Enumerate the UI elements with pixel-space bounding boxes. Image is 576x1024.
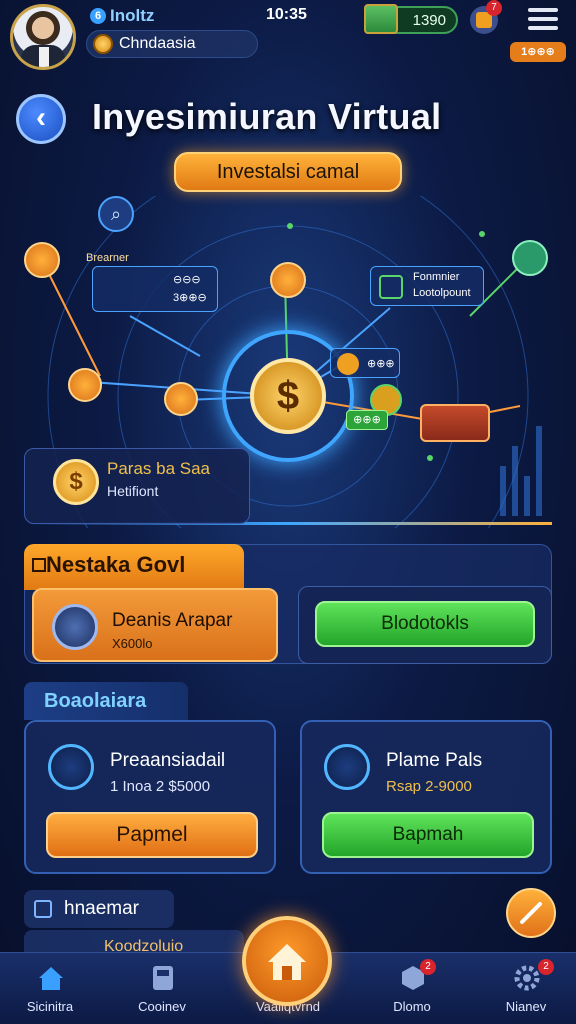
- secondary-section-tab[interactable]: Boaolaiara: [24, 682, 188, 720]
- reward-card[interactable]: [420, 404, 490, 442]
- edit-button[interactable]: [506, 888, 556, 938]
- clock-icon: [324, 744, 370, 790]
- coin-node-icon[interactable]: [68, 368, 102, 402]
- username: 6 Inoltz: [90, 6, 154, 26]
- clock: 10:35: [266, 6, 307, 23]
- option1-sub: X600lo: [112, 636, 153, 651]
- box-icon: [34, 900, 52, 918]
- cash-value: 1390: [412, 11, 446, 29]
- info-right-sub: Lootolpount: [413, 287, 471, 299]
- back-button[interactable]: ‹: [16, 94, 66, 144]
- dollar-icon[interactable]: $: [250, 358, 326, 434]
- info-right-title: Fonmnier: [413, 271, 460, 283]
- username-text: Inoltz: [110, 6, 155, 25]
- player-avatar[interactable]: [10, 4, 76, 70]
- plan1-button[interactable]: Papmel: [46, 812, 258, 858]
- asset-summary-card[interactable]: $ Paras ba Saa Hetifiont: [24, 448, 250, 524]
- info-left-row2: 3⊕⊕⊖: [173, 292, 207, 304]
- coin-balance[interactable]: Chndaasia: [86, 30, 258, 58]
- nav-label-2: Cooinev: [138, 999, 186, 1014]
- third-section-label: hnaemar: [64, 898, 139, 919]
- gift-badge: 7: [486, 0, 502, 16]
- info-left-title: Brearner: [86, 252, 129, 264]
- level-badge: 6: [90, 8, 106, 24]
- nav-item-home[interactable]: Sicinitra: [0, 953, 100, 1024]
- nav-label-1: Sicinitra: [26, 999, 74, 1014]
- event-badge[interactable]: 1⊕⊕⊕: [510, 42, 566, 62]
- plan1-sub: 1 Inoa 2 $5000: [110, 778, 211, 795]
- compass-icon: [52, 604, 98, 650]
- small-node-card: ⊕⊕⊕: [330, 348, 400, 378]
- subtitle-pill[interactable]: Investalsi camal: [174, 152, 402, 192]
- nav-badge-4: 2: [420, 959, 436, 975]
- main-section-label: Nestaka Govl: [46, 552, 186, 577]
- option2-container: Blodotokls: [298, 586, 552, 664]
- menu-line: [528, 8, 558, 12]
- cash-stack-icon: [364, 4, 398, 34]
- investment-option-card[interactable]: Deanis Arapar X600lo: [32, 588, 278, 662]
- link-icon: [337, 353, 359, 375]
- menu-line: [528, 26, 558, 30]
- coin-balance-label: Chndaasia: [119, 35, 196, 52]
- search-icon[interactable]: ⌕: [98, 196, 134, 232]
- pencil-icon: [520, 902, 542, 924]
- house-icon: [39, 967, 63, 990]
- nav-badge-5: 2: [538, 959, 554, 975]
- nav-label-5: Nianev: [505, 999, 547, 1014]
- nav-label-4: Dlomo: [393, 999, 431, 1014]
- asset-summary-sub: Hetifiont: [107, 483, 159, 499]
- info-left-row1: ⊖⊖⊖: [173, 274, 201, 286]
- menu-button[interactable]: [528, 8, 558, 32]
- info-card-right: Fonmnier Lootolpount: [370, 266, 484, 306]
- menu-line: [528, 17, 558, 21]
- pen-icon: [48, 744, 94, 790]
- money-bag-icon[interactable]: [24, 242, 60, 278]
- info-card-left: ⊖⊖⊖ 3⊕⊕⊖: [92, 266, 218, 312]
- nav-item-4[interactable]: 2 Dlomo: [362, 953, 462, 1024]
- center-home-button[interactable]: [242, 916, 332, 1006]
- folder-icon: [32, 558, 46, 572]
- gift-button[interactable]: 7: [470, 0, 502, 34]
- plan2-button[interactable]: Bapmah: [322, 812, 534, 858]
- nav-item-settings[interactable]: 2 Nianev: [476, 953, 576, 1024]
- plan-card-1[interactable]: Preaansiadail 1 Inoa 2 $5000 Papmel: [24, 720, 276, 874]
- wrench-icon[interactable]: [270, 262, 306, 298]
- coin-icon: [93, 34, 113, 54]
- plan2-sub: Rsap 2-9000: [386, 778, 472, 795]
- document-icon[interactable]: [512, 240, 548, 276]
- option1-title: Deanis Arapar: [112, 610, 233, 631]
- page-title: Inyesimiuran Virtual: [92, 96, 442, 137]
- nav-item-2[interactable]: Cooinev: [112, 953, 212, 1024]
- gear-node-icon[interactable]: [164, 382, 198, 416]
- plan1-title: Preaansiadail: [110, 750, 226, 771]
- secondary-section-label: Boaolaiara: [44, 690, 147, 712]
- third-section-tab[interactable]: hnaemar: [24, 890, 174, 928]
- dollar-coin-icon: $: [53, 459, 99, 505]
- calculator-icon: [153, 966, 173, 990]
- cash-counter[interactable]: 1390: [364, 4, 458, 34]
- main-section-tab[interactable]: Nestaka Govl: [24, 544, 244, 590]
- green-node-label: ⊕⊕⊕: [346, 410, 388, 430]
- home-icon: [268, 944, 306, 980]
- avatar-shirt: [39, 47, 49, 67]
- option2-button[interactable]: Blodotokls: [315, 601, 535, 647]
- plan-card-2[interactable]: Plame Pals Rsap 2-9000 Bapmah: [300, 720, 552, 874]
- shield-icon: [379, 275, 403, 299]
- plan2-title: Plame Pals: [386, 750, 483, 771]
- asset-summary-title: Paras ba Saa: [107, 459, 211, 478]
- small-node-label: ⊕⊕⊕: [367, 358, 395, 370]
